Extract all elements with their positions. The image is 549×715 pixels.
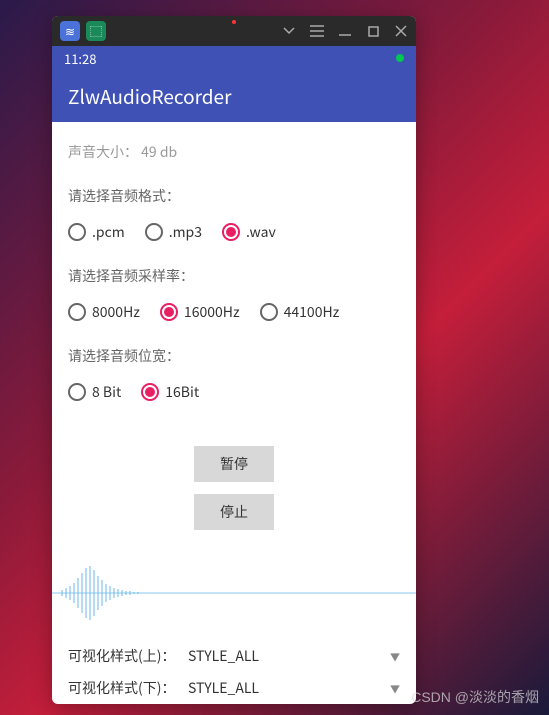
spinner-bottom-value: STYLE_ALL [188, 678, 390, 698]
samplerate-radio-label: 8000Hz [92, 302, 140, 322]
radio-icon [145, 223, 163, 241]
bitwidth-radio-label: 16Bit [165, 382, 199, 402]
menu-icon[interactable] [310, 24, 324, 38]
bitwidth-radio-1[interactable]: 16Bit [141, 382, 199, 402]
spinner-top[interactable]: 可视化样式(上)： STYLE_ALL ▼ [68, 640, 400, 672]
watermark: CSDN @淡淡的香烟 [411, 687, 539, 707]
samplerate-label-row: 请选择音频采样率： [52, 258, 416, 294]
radio-icon [68, 303, 86, 321]
dropdown-arrow-icon: ▼ [390, 649, 400, 664]
pause-button[interactable]: 暂停 [194, 446, 274, 482]
samplerate-radio-0[interactable]: 8000Hz [68, 302, 140, 322]
window-titlebar: ≋ ⬚ [52, 16, 416, 46]
radio-icon [222, 223, 240, 241]
format-radio-1[interactable]: .mp3 [145, 222, 202, 242]
bitwidth-radio-label: 8 Bit [92, 382, 121, 402]
format-radio-2[interactable]: .wav [222, 222, 276, 242]
dropdown-arrow-icon: ▼ [390, 681, 400, 696]
bitwidth-label-row: 请选择音频位宽： [52, 338, 416, 374]
format-radio-label: .mp3 [169, 222, 202, 242]
status-indicator [396, 54, 404, 62]
radio-icon [141, 383, 159, 401]
samplerate-radio-1[interactable]: 16000Hz [160, 302, 240, 322]
bitwidth-radio-0[interactable]: 8 Bit [68, 382, 121, 402]
radio-icon [68, 383, 86, 401]
bitwidth-label: 请选择音频位宽： [68, 346, 180, 366]
app-icon-2[interactable]: ⬚ [86, 21, 106, 41]
titlebar-controls [282, 24, 408, 38]
samplerate-radio-label: 44100Hz [284, 302, 340, 322]
spinner-bottom-label: 可视化样式(下)： [68, 678, 188, 698]
waveform-visualization [52, 558, 416, 628]
volume-row: 声音大小： 49 db [52, 134, 416, 170]
samplerate-radio-group: 8000Hz 16000Hz 44100Hz [52, 294, 416, 330]
volume-value: 49 db [141, 142, 177, 162]
spinner-section: 可视化样式(上)： STYLE_ALL ▼ 可视化样式(下)： STYLE_AL… [52, 640, 416, 704]
app-window: ≋ ⬚ 11:28 ZlwAudioRecorder 声音大小： 49 db 请… [52, 16, 416, 704]
main-content: 声音大小： 49 db 请选择音频格式： .pcm .mp3 .wav 请选择音频采… [52, 122, 416, 704]
format-label: 请选择音频格式： [68, 186, 180, 206]
minimize-icon[interactable] [338, 24, 352, 38]
format-radio-label: .wav [246, 222, 276, 242]
button-group: 暂停 停止 [52, 418, 416, 546]
app-icon-1[interactable]: ≋ [60, 21, 80, 41]
spinner-bottom[interactable]: 可视化样式(下)： STYLE_ALL ▼ [68, 672, 400, 704]
titlebar-left: ≋ ⬚ [60, 21, 106, 41]
stop-button[interactable]: 停止 [194, 494, 274, 530]
spinner-top-label: 可视化样式(上)： [68, 646, 188, 666]
bitwidth-radio-group: 8 Bit 16Bit [52, 374, 416, 410]
radio-icon [260, 303, 278, 321]
app-toolbar: ZlwAudioRecorder [52, 70, 416, 122]
android-statusbar: 11:28 [52, 46, 416, 70]
format-radio-0[interactable]: .pcm [68, 222, 125, 242]
recording-indicator [232, 20, 236, 24]
samplerate-label: 请选择音频采样率： [68, 266, 194, 286]
format-radio-label: .pcm [92, 222, 125, 242]
format-radio-group: .pcm .mp3 .wav [52, 214, 416, 250]
samplerate-radio-label: 16000Hz [184, 302, 240, 322]
maximize-icon[interactable] [366, 24, 380, 38]
close-icon[interactable] [394, 24, 408, 38]
status-time: 11:28 [64, 49, 96, 68]
radio-icon [160, 303, 178, 321]
app-title: ZlwAudioRecorder [68, 83, 231, 110]
format-label-row: 请选择音频格式： [52, 178, 416, 214]
samplerate-radio-2[interactable]: 44100Hz [260, 302, 340, 322]
volume-label: 声音大小： [68, 142, 138, 162]
dropdown-icon[interactable] [282, 24, 296, 38]
spinner-top-value: STYLE_ALL [188, 646, 390, 666]
radio-icon [68, 223, 86, 241]
